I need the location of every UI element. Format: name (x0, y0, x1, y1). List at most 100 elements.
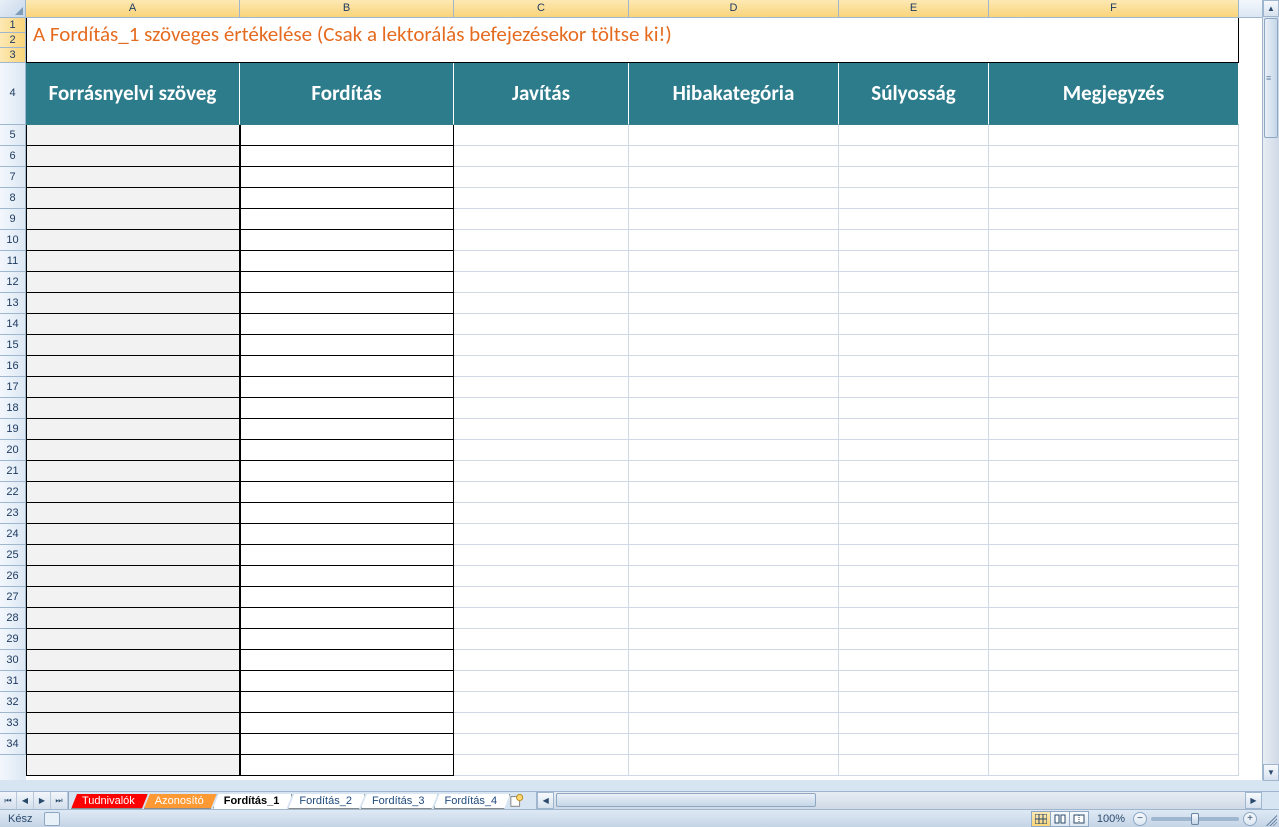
cell[interactable] (240, 146, 454, 167)
cell[interactable] (26, 230, 240, 251)
cell[interactable] (629, 377, 839, 398)
cell[interactable] (240, 125, 454, 146)
row-head[interactable]: 15 (0, 335, 26, 356)
cell[interactable] (989, 713, 1239, 734)
cell[interactable] (629, 608, 839, 629)
cell[interactable] (989, 503, 1239, 524)
row-head[interactable]: 28 (0, 608, 26, 629)
cell[interactable] (240, 755, 454, 776)
header-severity[interactable]: Súlyosság (839, 63, 989, 125)
cell[interactable] (26, 293, 240, 314)
cell[interactable] (240, 440, 454, 461)
cell[interactable] (989, 251, 1239, 272)
cell[interactable] (839, 293, 989, 314)
cell[interactable] (26, 209, 240, 230)
cell[interactable] (240, 503, 454, 524)
cell[interactable] (839, 356, 989, 377)
cell[interactable] (989, 146, 1239, 167)
row-head[interactable]: 23 (0, 503, 26, 524)
col-head-a[interactable]: A (26, 0, 240, 17)
cell[interactable] (629, 398, 839, 419)
select-all-corner[interactable] (0, 0, 26, 17)
cell[interactable] (454, 188, 629, 209)
cell[interactable] (26, 503, 240, 524)
row-head[interactable]: 9 (0, 209, 26, 230)
col-head-e[interactable]: E (839, 0, 989, 17)
cell[interactable] (839, 524, 989, 545)
row-head[interactable]: 33 (0, 713, 26, 734)
sheet-tab-azonos-t-[interactable]: Azonosító (144, 794, 217, 809)
cell[interactable] (989, 167, 1239, 188)
cell[interactable] (629, 440, 839, 461)
row-head-1[interactable]: 1 (0, 18, 26, 33)
cell[interactable] (26, 440, 240, 461)
cell[interactable] (629, 587, 839, 608)
row-head[interactable]: 26 (0, 566, 26, 587)
cell[interactable] (240, 167, 454, 188)
row-head[interactable]: 25 (0, 545, 26, 566)
cell[interactable] (629, 314, 839, 335)
row-head[interactable]: 24 (0, 524, 26, 545)
title-merged-cell[interactable]: A Fordítás_1 szöveges értékelése (Csak a… (26, 18, 1239, 63)
cell[interactable] (454, 398, 629, 419)
cell[interactable] (26, 146, 240, 167)
cell[interactable] (26, 314, 240, 335)
cell[interactable] (26, 713, 240, 734)
cell[interactable] (26, 356, 240, 377)
cell[interactable] (629, 755, 839, 776)
row-head[interactable]: 14 (0, 314, 26, 335)
cell[interactable] (839, 545, 989, 566)
cell[interactable] (454, 734, 629, 755)
col-head-f[interactable]: F (989, 0, 1239, 17)
cell[interactable] (989, 587, 1239, 608)
cell[interactable] (989, 755, 1239, 776)
col-head-b[interactable]: B (240, 0, 454, 17)
cell[interactable] (454, 650, 629, 671)
cell[interactable] (839, 566, 989, 587)
cell[interactable] (26, 398, 240, 419)
cell[interactable] (26, 335, 240, 356)
cell[interactable] (26, 482, 240, 503)
cell[interactable] (240, 482, 454, 503)
cell[interactable] (629, 503, 839, 524)
cell[interactable] (26, 524, 240, 545)
window-resize-grip[interactable] (1263, 812, 1277, 826)
cell[interactable] (240, 650, 454, 671)
cell[interactable] (240, 566, 454, 587)
cell[interactable] (839, 377, 989, 398)
cell[interactable] (629, 335, 839, 356)
cell[interactable] (454, 272, 629, 293)
macro-record-icon[interactable] (44, 812, 60, 826)
tab-nav-first[interactable]: ⏮ (0, 792, 17, 809)
cell[interactable] (454, 146, 629, 167)
cell[interactable] (240, 377, 454, 398)
zoom-in-button[interactable]: + (1243, 812, 1257, 826)
cell[interactable] (454, 524, 629, 545)
cell[interactable] (454, 230, 629, 251)
sheet-tab-ford-t-s-1[interactable]: Fordítás_1 (213, 794, 293, 809)
cell[interactable] (240, 461, 454, 482)
cell[interactable] (454, 209, 629, 230)
cell[interactable] (629, 545, 839, 566)
cell[interactable] (240, 692, 454, 713)
header-translation[interactable]: Fordítás (240, 63, 454, 125)
row-head[interactable]: 20 (0, 440, 26, 461)
sheet-tab-ford-t-s-4[interactable]: Fordítás_4 (434, 794, 511, 809)
hscroll-thumb[interactable] (556, 793, 816, 807)
cell[interactable] (629, 482, 839, 503)
cell[interactable] (454, 755, 629, 776)
cell[interactable] (240, 188, 454, 209)
cell[interactable] (454, 125, 629, 146)
cell[interactable] (989, 335, 1239, 356)
cell[interactable] (26, 566, 240, 587)
cell[interactable] (629, 146, 839, 167)
cell[interactable] (240, 272, 454, 293)
cell[interactable] (240, 734, 454, 755)
cell[interactable] (26, 587, 240, 608)
cell[interactable] (454, 293, 629, 314)
cell[interactable] (989, 293, 1239, 314)
tab-nav-prev[interactable]: ◀ (17, 792, 34, 809)
cell[interactable] (839, 335, 989, 356)
cell[interactable] (240, 293, 454, 314)
cell[interactable] (989, 419, 1239, 440)
